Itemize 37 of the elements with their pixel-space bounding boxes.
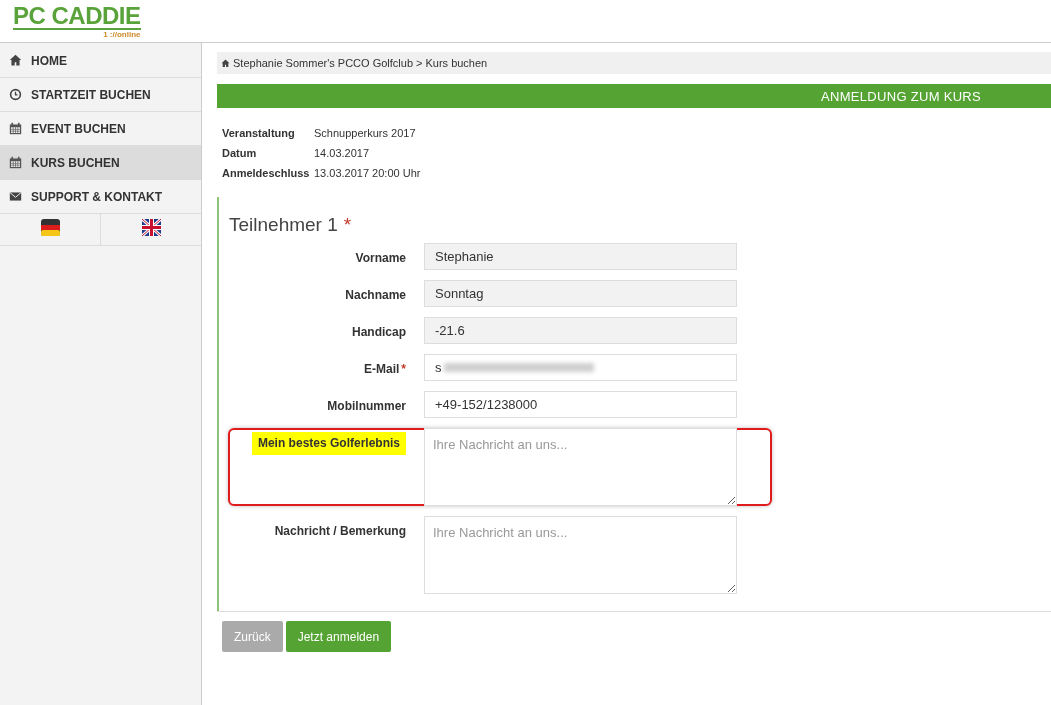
logo-subtitle: 1 ://online	[103, 30, 141, 40]
field-label: E-Mail *	[364, 361, 406, 378]
field-label: Handicap	[352, 324, 406, 341]
breadcrumb-separator: >	[416, 57, 423, 69]
input-field[interactable]: s	[424, 354, 737, 381]
calendar-icon	[9, 122, 22, 135]
detail-value: Schnupperkurs 2017	[314, 127, 417, 139]
breadcrumb-current: Kurs buchen	[425, 57, 488, 69]
text-area[interactable]: Ihre Nachricht an uns...	[424, 516, 737, 594]
detail-value: 13.03.2017 20:00 Uhr	[314, 167, 421, 179]
home-icon	[9, 54, 22, 67]
input-field: -21.6	[424, 317, 737, 344]
calendar-icon	[9, 156, 22, 169]
field-label: Vorname	[355, 250, 406, 267]
british-flag-icon[interactable]	[141, 219, 161, 236]
detail-label: Veranstaltung	[222, 127, 296, 139]
input-field: Stephanie	[424, 243, 737, 270]
breadcrumb-link[interactable]: Stephanie Sommer's PCCO Golfclub	[233, 57, 413, 69]
participant-title: Teilnehmer 1	[229, 214, 338, 236]
field-label: Mein bestes Golferlebnis	[251, 432, 406, 455]
detail-label: Datum	[222, 147, 258, 159]
field-label: Nachname	[345, 287, 406, 304]
input-field: Sonntag	[424, 280, 737, 307]
german-flag-icon[interactable]	[40, 219, 60, 236]
input-field[interactable]: +49-152/1238000	[424, 391, 737, 418]
clock-icon	[9, 88, 22, 101]
detail-label: Anmeldeschluss	[222, 167, 311, 179]
home-icon	[221, 58, 230, 68]
field-label: Nachricht / Bemerkung	[274, 523, 406, 540]
field-label: Mobilnummer	[327, 398, 406, 415]
logo-title: PC CADDIE	[13, 4, 141, 30]
nav-item[interactable]: KURS BUCHEN	[0, 146, 201, 180]
detail-value: 14.03.2017	[314, 147, 371, 159]
banner-title: ANMELDUNG ZUM KURS	[821, 88, 981, 104]
envelope-icon	[9, 190, 22, 203]
required-mark: *	[343, 214, 352, 236]
text-area[interactable]: Ihre Nachricht an uns...	[424, 428, 737, 506]
